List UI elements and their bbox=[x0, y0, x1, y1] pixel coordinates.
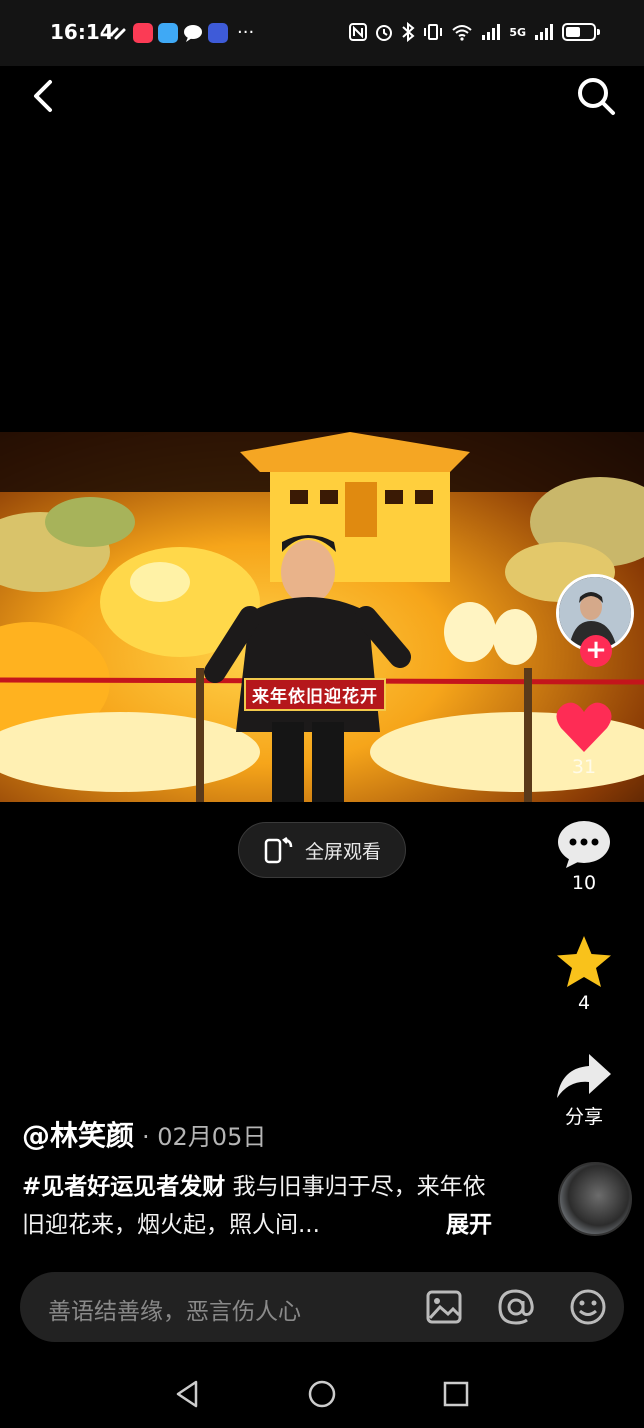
status-time: 16:14 bbox=[50, 20, 114, 44]
expand-button[interactable]: 展开 bbox=[446, 1206, 492, 1244]
more-notifications-icon: ··· bbox=[237, 22, 255, 43]
vibrate-icon bbox=[424, 24, 443, 40]
comment-input[interactable]: 善语结善缘，恶言伤人心 bbox=[48, 1292, 301, 1326]
at-icon[interactable] bbox=[496, 1287, 536, 1327]
nfc-icon bbox=[349, 23, 368, 41]
share-button[interactable]: 分享 bbox=[524, 1052, 644, 1129]
music-disc-avatar[interactable] bbox=[558, 1162, 632, 1236]
chat-app-icon bbox=[184, 24, 202, 42]
fullscreen-label: 全屏观看 bbox=[304, 840, 381, 863]
signal-icon bbox=[482, 24, 501, 40]
video-subtitle: 来年依旧迎花开 bbox=[244, 678, 386, 711]
share-icon bbox=[557, 1054, 611, 1098]
hashtag-link[interactable]: #见者好运见者发财 bbox=[22, 1174, 225, 1200]
wifi-icon bbox=[452, 25, 472, 41]
favorite-button[interactable]: 4 bbox=[524, 934, 644, 1014]
tieba-app-icon bbox=[208, 22, 228, 43]
share-label: 分享 bbox=[564, 1106, 603, 1128]
fullscreen-icon bbox=[264, 836, 293, 864]
nav-back-icon[interactable] bbox=[172, 1378, 204, 1410]
post-info: @林笑颜 · 02月05日 #见者好运见者发财 我与旧事归于尽，来年依旧迎花来，… bbox=[22, 1114, 492, 1244]
comment-count: 10 bbox=[571, 872, 597, 894]
emoji-icon[interactable] bbox=[568, 1287, 608, 1327]
heart-icon bbox=[556, 702, 612, 752]
post-date: · 02月05日 bbox=[142, 1123, 267, 1151]
system-nav-bar bbox=[0, 1360, 644, 1428]
like-count: 31 bbox=[571, 756, 597, 778]
link-app-icon bbox=[109, 27, 126, 39]
bluetooth-icon bbox=[402, 22, 415, 42]
image-icon[interactable] bbox=[424, 1287, 464, 1327]
comment-icon bbox=[558, 821, 610, 868]
favorite-count: 4 bbox=[577, 992, 591, 1014]
nav-recents-icon[interactable] bbox=[440, 1378, 472, 1410]
back-icon bbox=[34, 80, 52, 112]
back-button[interactable] bbox=[26, 74, 66, 118]
like-button[interactable]: 31 bbox=[524, 700, 644, 778]
comment-bar[interactable]: 善语结善缘，恶言伤人心 bbox=[20, 1272, 624, 1342]
status-app-icons: ··· bbox=[108, 22, 254, 43]
follow-button[interactable]: + bbox=[580, 635, 612, 667]
star-icon bbox=[557, 936, 611, 987]
music-app-icon bbox=[133, 22, 153, 43]
post-caption: #见者好运见者发财 我与旧事归于尽，来年依旧迎花来，烟火起，照人间... 展开 bbox=[22, 1168, 492, 1244]
alarm-icon bbox=[376, 25, 393, 41]
book-app-icon bbox=[158, 22, 178, 43]
nav-home-icon[interactable] bbox=[306, 1378, 338, 1410]
fullscreen-button[interactable]: 全屏观看 bbox=[238, 822, 406, 878]
side-action-bar: + 31 10 4 分享 bbox=[524, 0, 644, 1428]
author-line: @林笑颜 · 02月05日 bbox=[22, 1114, 492, 1154]
author-name[interactable]: @林笑颜 bbox=[22, 1114, 134, 1154]
comment-button[interactable]: 10 bbox=[524, 818, 644, 894]
